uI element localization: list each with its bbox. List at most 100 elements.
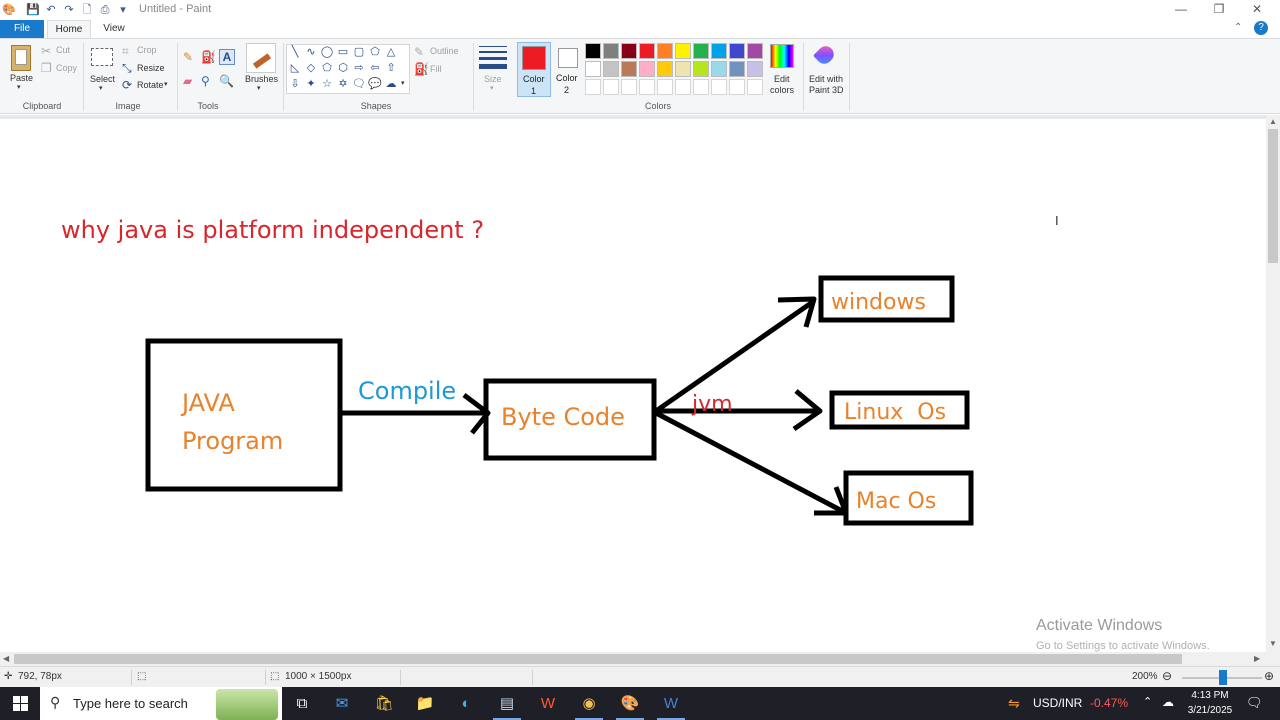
palette-custom-slot[interactable] [603,79,619,95]
palette-swatch[interactable] [585,61,601,77]
taskbar-search[interactable]: ⚲ Type here to search [40,687,282,720]
palette-swatch[interactable] [657,43,673,59]
file-explorer-icon[interactable]: 📁 [405,687,445,720]
palette-swatch[interactable] [747,61,763,77]
callout-rectangle-icon[interactable]: 🗨 [352,77,366,91]
color-picker-icon[interactable]: ⚲ [201,74,210,88]
cut-button[interactable]: Cut [56,45,70,55]
task-view-icon[interactable]: ⧉ [282,687,322,720]
rotate-dropdown-icon[interactable]: ▾ [164,80,168,88]
palette-custom-slot[interactable] [747,79,763,95]
palette-swatch[interactable] [603,61,619,77]
palette-swatch[interactable] [621,43,637,59]
pentagon-shape-icon[interactable]: ⬠ [320,61,334,75]
notepad-app-icon[interactable]: ▤ [487,687,527,720]
five-point-star-icon[interactable]: ☆ [320,77,334,91]
redo-icon[interactable]: ↷ [62,3,76,17]
vertical-scroll-thumb[interactable] [1268,129,1278,263]
paint3d-icon[interactable] [812,42,838,69]
palette-swatch[interactable] [729,43,745,59]
clock-time[interactable]: 4:13 PM [1190,690,1230,701]
network-icon[interactable]: ☁ [1162,695,1174,709]
palette-custom-slot[interactable] [729,79,745,95]
resize-button[interactable]: Resize [137,63,165,73]
scroll-right-icon[interactable]: ▶ [1254,654,1260,663]
palette-swatch[interactable] [639,43,655,59]
palette-swatch[interactable] [693,43,709,59]
tab-view[interactable]: View [92,20,136,38]
palette-custom-slot[interactable] [693,79,709,95]
rectangle-shape-icon[interactable]: ▭ [336,45,350,59]
wps-office-icon[interactable]: W [528,687,568,720]
start-button[interactable] [0,687,40,720]
select-button[interactable]: Select [90,74,115,84]
ticker-label[interactable]: USD/INR [1033,696,1082,710]
diamond-shape-icon[interactable]: ◇ [304,61,318,75]
six-point-star-icon[interactable]: ✡ [336,77,350,91]
palette-swatch[interactable] [675,61,691,77]
copy-button[interactable]: Copy [56,63,77,73]
palette-swatch[interactable] [693,61,709,77]
text-tool-icon[interactable]: A [219,49,235,65]
palette-swatch[interactable] [603,43,619,59]
word-app-icon[interactable]: W [651,687,691,720]
horizontal-scrollbar[interactable]: ◀ ▶ [0,652,1266,666]
help-icon[interactable]: ? [1254,21,1268,35]
rounded-rectangle-shape-icon[interactable]: ▢ [352,45,366,59]
save-icon[interactable]: 💾 [26,3,40,17]
palette-swatch[interactable] [639,61,655,77]
callout-cloud-icon[interactable]: ☁ [384,77,398,91]
palette-swatch[interactable] [711,43,727,59]
eraser-icon[interactable]: ▰ [183,74,192,88]
customize-toolbar-icon[interactable]: ▾ [116,3,130,17]
palette-swatch[interactable] [621,61,637,77]
color2-selector[interactable]: Color 2 [553,42,583,97]
edit-colors-label-1[interactable]: Edit [774,74,790,84]
scroll-down-icon[interactable]: ▼ [1269,639,1277,648]
collapse-ribbon-icon[interactable]: ⌃ [1234,22,1242,33]
hexagon-shape-icon[interactable]: ⬡ [336,61,350,75]
new-file-icon[interactable]: 🗋 [80,3,94,17]
outline-button[interactable]: Outline [430,46,459,56]
palette-custom-slot[interactable] [657,79,673,95]
select-icon[interactable] [91,48,113,66]
oval-shape-icon[interactable]: ◯ [320,45,334,59]
show-hidden-icons[interactable]: ⌃ [1143,695,1152,708]
palette-swatch[interactable] [585,43,601,59]
mail-app-icon[interactable]: ✉ [322,687,362,720]
palette-custom-slot[interactable] [639,79,655,95]
canvas-workspace[interactable]: why java is platform independent ? JAVA … [0,115,1280,666]
brushes-icon[interactable] [246,43,276,73]
vertical-scrollbar[interactable]: ▲ ▼ [1266,115,1280,666]
line-shape-icon[interactable]: ╲ [288,45,302,59]
select-dropdown-icon[interactable]: ▾ [99,84,103,92]
zoom-out-icon[interactable]: ⊖ [1162,669,1172,683]
clock-date[interactable]: 3/21/2025 [1186,705,1234,716]
tab-file[interactable]: File [0,20,44,38]
up-arrow-shape-icon[interactable]: ⇧ [384,61,398,75]
palette-custom-slot[interactable] [711,79,727,95]
curve-shape-icon[interactable]: ∿ [304,45,318,59]
triangle-shape-icon[interactable]: △ [384,45,398,59]
paint-app-taskbar-icon[interactable]: 🎨 [610,687,650,720]
polygon-shape-icon[interactable]: ⬠ [368,45,382,59]
color1-selector[interactable]: Color 1 [517,42,551,97]
down-arrow-shape-icon[interactable]: ⇩ [288,77,302,91]
size-button[interactable]: Size [484,74,502,84]
chrome-browser-icon[interactable]: ◉ [569,687,609,720]
left-arrow-shape-icon[interactable]: ⇦ [368,61,382,75]
palette-custom-slot[interactable] [621,79,637,95]
tab-home[interactable]: Home [47,20,91,38]
paste-button[interactable] [9,43,33,73]
palette-swatch[interactable] [747,43,763,59]
fill-button[interactable]: Fill [430,64,442,74]
paste-dropdown-icon[interactable]: ▾ [17,83,21,91]
edit-colors-icon[interactable] [770,44,794,68]
crop-button[interactable]: Crop [137,45,157,55]
fill-bucket-icon[interactable]: ⛽ [201,50,216,64]
size-icon[interactable] [479,46,507,70]
horizontal-scroll-thumb[interactable] [14,654,1182,664]
search-input[interactable]: Type here to search [73,696,188,711]
scroll-up-icon[interactable]: ▲ [1269,117,1277,126]
undo-icon[interactable]: ↶ [44,3,58,17]
